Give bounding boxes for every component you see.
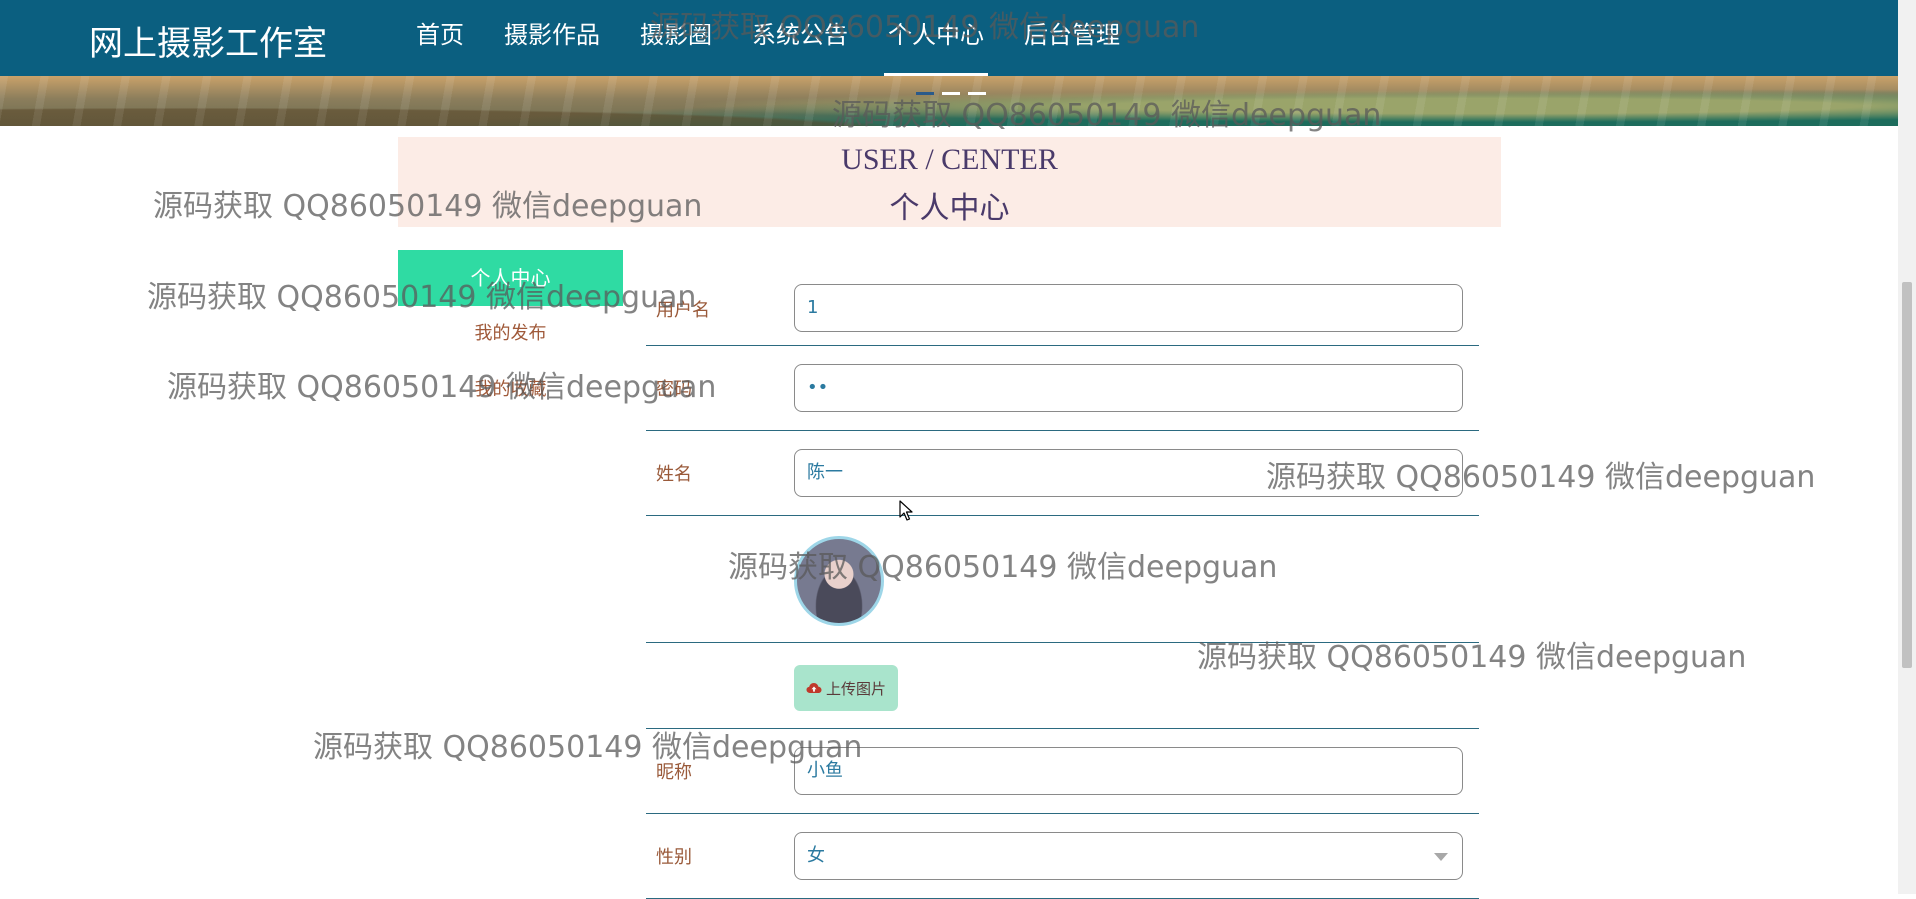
site-logo-title[interactable]: 网上摄影工作室 bbox=[89, 16, 327, 65]
page-title-cn: 个人中心 bbox=[889, 191, 1010, 226]
page-scrollbar[interactable] bbox=[1898, 0, 1916, 894]
side-item-my-posts[interactable]: 我的发布 bbox=[398, 306, 623, 362]
mouse-cursor-icon bbox=[899, 500, 913, 526]
password-field[interactable]: •• bbox=[794, 364, 1463, 412]
form-row-nickname: 昵称 小鱼 bbox=[646, 729, 1479, 814]
side-menu: 个人中心 我的发布 我的收藏 bbox=[398, 250, 623, 418]
gender-select[interactable]: 女 bbox=[794, 832, 1463, 880]
side-item-user-center[interactable]: 个人中心 bbox=[398, 250, 623, 306]
nav-circle[interactable]: 摄影圈 bbox=[620, 0, 732, 76]
form-row-gender: 性别 女 bbox=[646, 814, 1479, 899]
nav-announcements[interactable]: 系统公告 bbox=[732, 0, 868, 76]
nav-admin[interactable]: 后台管理 bbox=[1004, 0, 1140, 76]
nickname-field[interactable]: 小鱼 bbox=[794, 747, 1463, 795]
cloud-upload-icon bbox=[806, 682, 822, 694]
banner-indicator-3[interactable] bbox=[968, 92, 986, 95]
nav-works[interactable]: 摄影作品 bbox=[484, 0, 620, 76]
page-title-block: USER / CENTER 个人中心 bbox=[398, 137, 1501, 227]
scrollbar-thumb[interactable] bbox=[1902, 282, 1912, 668]
side-item-my-favorites[interactable]: 我的收藏 bbox=[398, 362, 623, 418]
main-nav: 首页 摄影作品 摄影圈 系统公告 个人中心 后台管理 bbox=[396, 0, 1140, 76]
page-title-en: USER / CENTER bbox=[841, 143, 1058, 176]
gender-label: 性别 bbox=[656, 847, 692, 868]
top-navbar: 网上摄影工作室 首页 摄影作品 摄影圈 系统公告 个人中心 后台管理 bbox=[0, 0, 1898, 76]
name-field[interactable]: 陈一 bbox=[794, 449, 1463, 497]
user-avatar-image bbox=[794, 536, 884, 626]
form-row-username: 用户名 1 bbox=[646, 272, 1479, 346]
form-row-avatar bbox=[646, 516, 1479, 643]
upload-image-label: 上传图片 bbox=[825, 679, 886, 698]
password-label: 密码 bbox=[656, 379, 692, 400]
form-row-password: 密码 •• bbox=[646, 346, 1479, 431]
form-row-name: 姓名 陈一 bbox=[646, 431, 1479, 516]
username-label: 用户名 bbox=[656, 299, 710, 321]
nav-home[interactable]: 首页 bbox=[396, 0, 484, 76]
nav-user-center[interactable]: 个人中心 bbox=[868, 0, 1004, 76]
banner-indicator-1[interactable] bbox=[916, 92, 934, 95]
banner-indicators bbox=[916, 92, 986, 95]
profile-form: 用户名 1 密码 •• 姓名 陈一 上传图片 昵称 小鱼 性别 女 bbox=[646, 272, 1479, 899]
username-field[interactable]: 1 bbox=[794, 284, 1463, 332]
nickname-label: 昵称 bbox=[656, 762, 692, 783]
upload-image-button[interactable]: 上传图片 bbox=[794, 665, 898, 711]
name-label: 姓名 bbox=[656, 464, 692, 485]
form-row-upload: 上传图片 bbox=[646, 643, 1479, 729]
banner-indicator-2[interactable] bbox=[942, 92, 960, 95]
banner-image bbox=[0, 76, 1898, 126]
